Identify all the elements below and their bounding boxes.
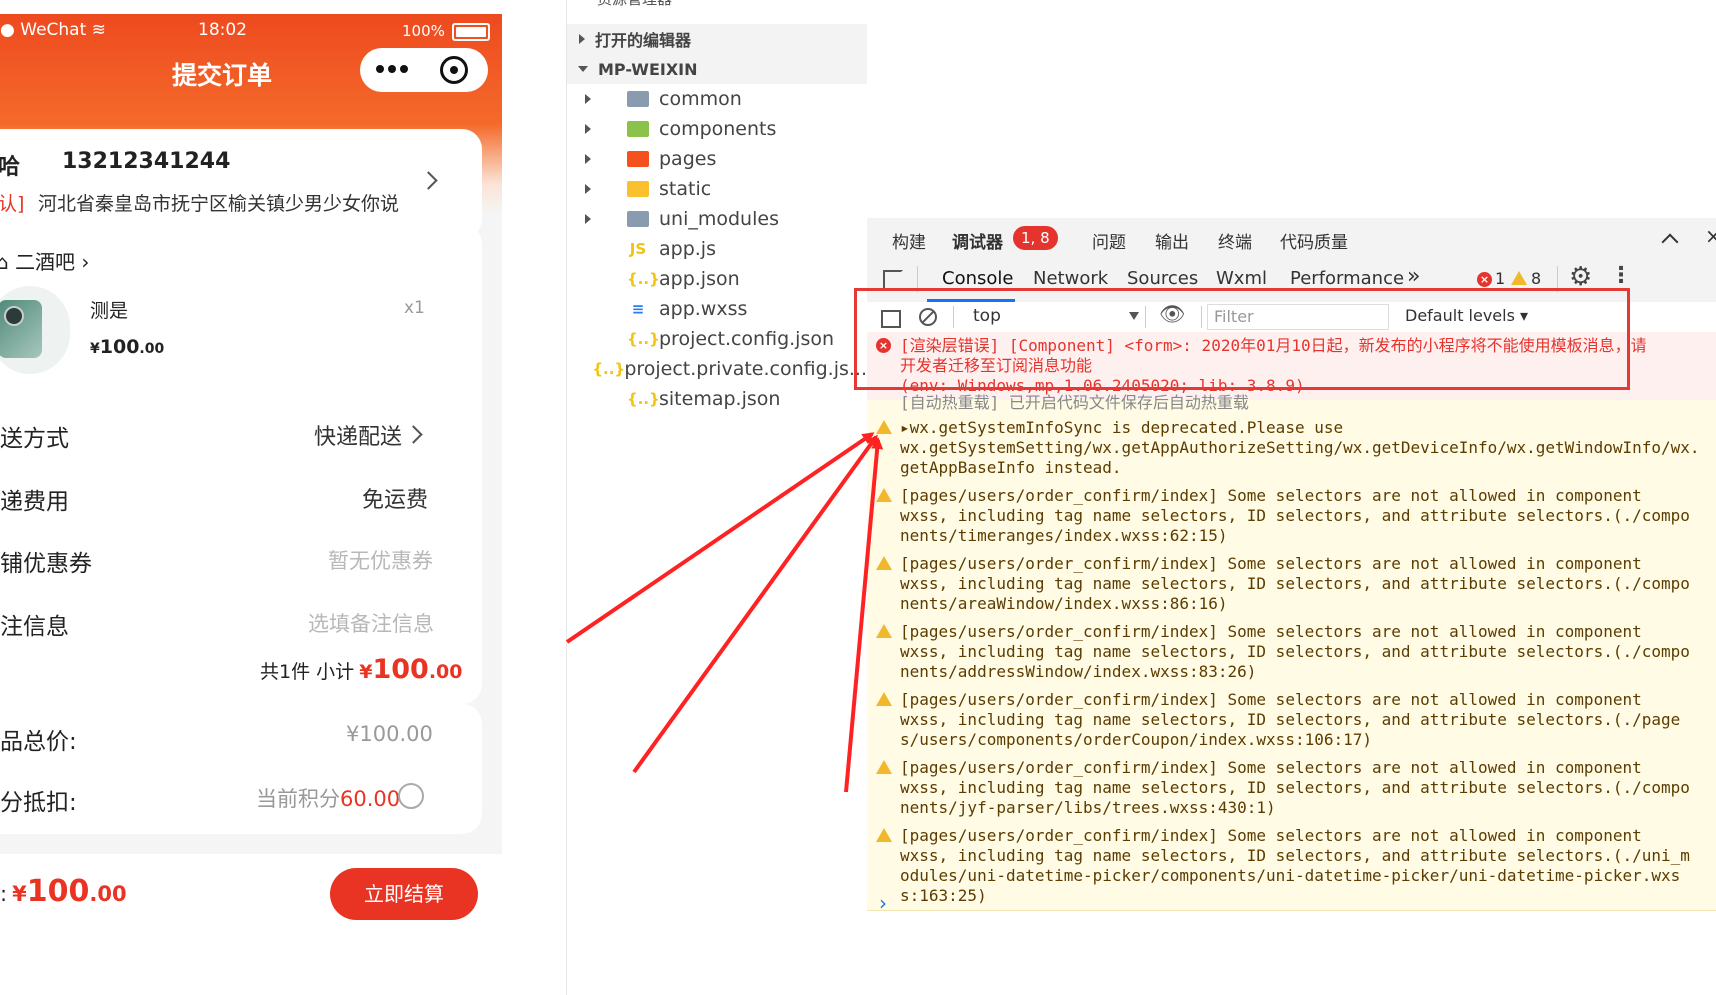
- arrow-line: [844, 437, 884, 793]
- arrow-line: [632, 434, 878, 774]
- arrow-line: [565, 432, 875, 644]
- annotation-arrows: [565, 432, 884, 793]
